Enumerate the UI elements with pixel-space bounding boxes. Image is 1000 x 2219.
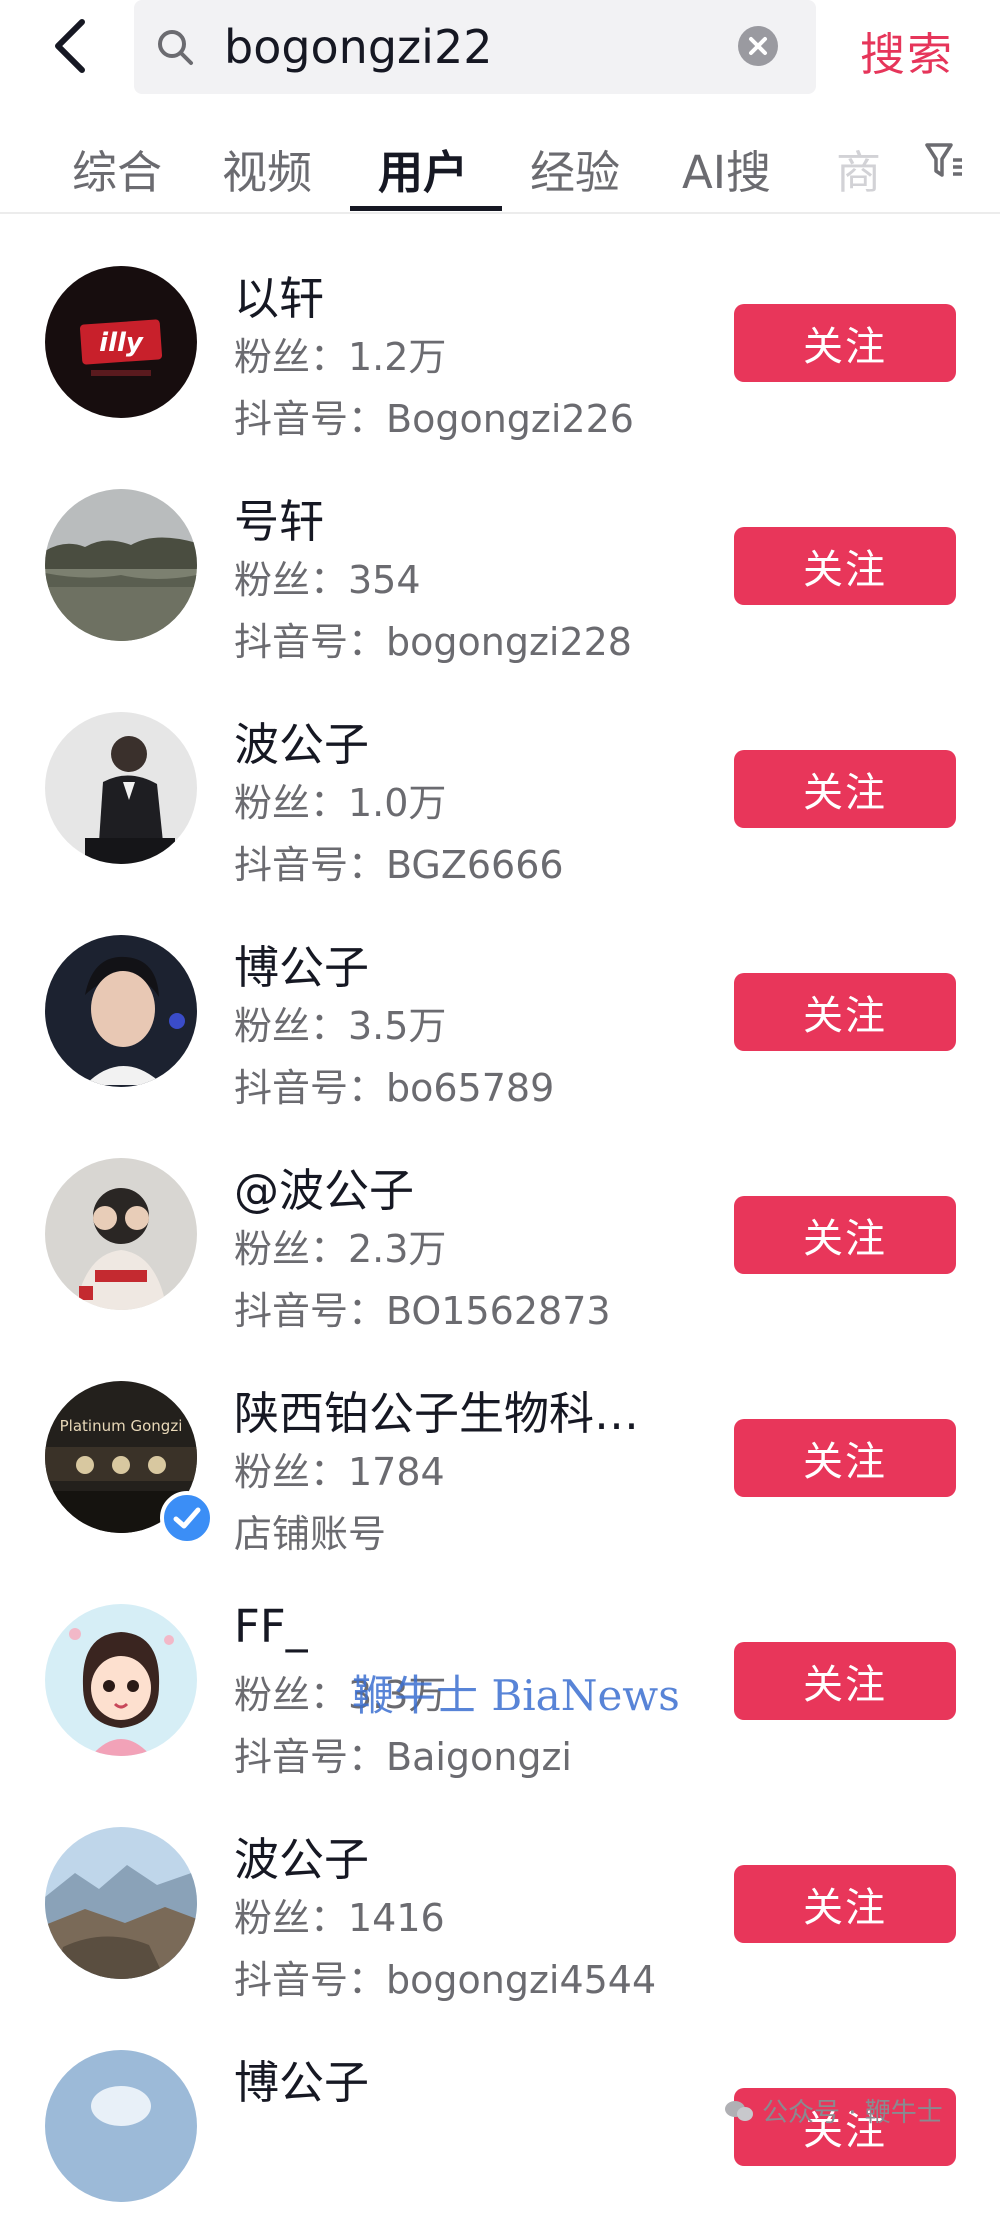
cartoon-girl-avatar-image: [45, 1604, 197, 1756]
user-row[interactable]: @波公子 粉丝：2.3万 抖音号：BO1562873 关注: [0, 1104, 1000, 1333]
tab-shop[interactable]: 商: [836, 136, 881, 201]
search-button[interactable]: 搜索: [860, 18, 954, 81]
tab-comprehensive[interactable]: 综合: [72, 136, 162, 201]
filter-button[interactable]: [924, 140, 964, 182]
user-row[interactable]: 号轩 粉丝：354 抖音号：bogongzi228 关注: [0, 435, 1000, 664]
user-name: @波公子: [234, 1164, 415, 1217]
follow-button[interactable]: 关注: [734, 1865, 956, 1943]
user-name: 波公子: [234, 718, 370, 771]
checkmark-icon: [173, 1507, 201, 1529]
avatar-sign-text: Platinum Gongzi: [60, 1417, 183, 1435]
illy-logo-text: illy: [99, 328, 144, 358]
tab-ai-search[interactable]: AI搜: [682, 136, 771, 201]
avatar[interactable]: [45, 1827, 197, 1979]
lake-landscape-avatar-image: [45, 489, 197, 641]
back-button[interactable]: [44, 14, 104, 78]
credit-text: 公众号 · 鞭牛士: [762, 2098, 943, 2128]
fan-count: 粉丝：1784: [234, 1450, 445, 1494]
user-name: 博公子: [234, 2056, 370, 2109]
person-covering-face-avatar-image: [45, 1158, 197, 1310]
user-row[interactable]: 波公子 粉丝：1416 抖音号：bogongzi4544 关注: [0, 1773, 1000, 2002]
source-credit: 公众号 · 鞭牛士: [724, 2092, 943, 2129]
follow-button[interactable]: 关注: [734, 1196, 956, 1274]
illy-logo-avatar-image: illy: [45, 266, 197, 418]
follow-button[interactable]: 关注: [734, 973, 956, 1051]
user-row[interactable]: 博公子 粉丝：3.5万 抖音号：bo65789 关注: [0, 881, 1000, 1110]
sky-avatar-image: [45, 2050, 197, 2202]
user-name: 博公子: [234, 941, 370, 994]
search-icon: [158, 30, 193, 65]
user-row[interactable]: 波公子 粉丝：1.0万 抖音号：BGZ6666 关注: [0, 658, 1000, 887]
search-header: 搜索: [0, 0, 1000, 95]
follow-button[interactable]: 关注: [734, 750, 956, 828]
tab-experience[interactable]: 经验: [530, 136, 620, 201]
search-box[interactable]: [134, 0, 816, 94]
watermark: 鞭牛士 BiaNews: [352, 1671, 680, 1720]
fan-count: 粉丝：1.0万: [234, 781, 447, 825]
fan-count: 粉丝：1.2万: [234, 335, 447, 379]
user-name: 以轩: [234, 272, 325, 325]
tab-video[interactable]: 视频: [222, 136, 312, 201]
avatar[interactable]: [45, 1604, 197, 1756]
tab-users[interactable]: 用户: [378, 136, 468, 201]
fan-count: 粉丝：1416: [234, 1896, 445, 1940]
avatar[interactable]: [45, 712, 197, 864]
clear-search-button[interactable]: [738, 26, 778, 66]
fan-count: 粉丝：3.5万: [234, 1004, 447, 1048]
user-name: 波公子: [234, 1833, 370, 1886]
verified-badge: [160, 1491, 214, 1545]
avatar[interactable]: [45, 935, 197, 1087]
active-tab-indicator: [350, 206, 502, 211]
filter-icon: [925, 143, 962, 177]
result-tabs: 综合 视频 用户 经验 AI搜 商: [0, 118, 1000, 214]
avatar[interactable]: [45, 2050, 197, 2202]
avatar[interactable]: [45, 489, 197, 641]
user-row[interactable]: Platinum Gongzi 陕西铂公子生物科… 粉丝：1784 店铺账号 关…: [0, 1327, 1000, 1556]
follow-button[interactable]: 关注: [734, 1642, 956, 1720]
user-name: 号轩: [234, 495, 325, 548]
fan-count: 粉丝：2.3万: [234, 1227, 447, 1271]
follow-button[interactable]: 关注: [734, 304, 956, 382]
follow-button[interactable]: 关注: [734, 1419, 956, 1497]
search-input[interactable]: [224, 16, 704, 78]
user-name: 陕西铂公子生物科…: [234, 1387, 640, 1440]
user-row[interactable]: illy 以轩 粉丝：1.2万 抖音号：Bogongzi226 关注: [0, 212, 1000, 441]
fan-count: 粉丝：354: [234, 558, 421, 602]
user-name: FF_: [234, 1600, 309, 1653]
avatar[interactable]: illy: [45, 266, 197, 418]
wechat-icon: [725, 2100, 753, 2121]
chevron-left-icon: [55, 19, 85, 73]
avatar[interactable]: [45, 1158, 197, 1310]
follow-button[interactable]: 关注: [734, 527, 956, 605]
mountain-view-avatar-image: [45, 1827, 197, 1979]
man-in-suit-avatar-image: [45, 712, 197, 864]
close-icon: [749, 37, 767, 55]
young-man-portrait-avatar-image: [45, 935, 197, 1087]
